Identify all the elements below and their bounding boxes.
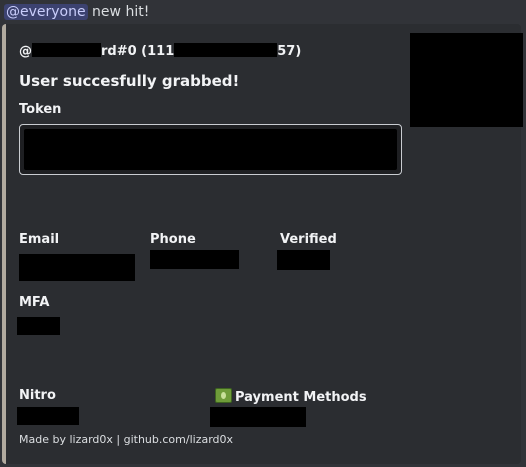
redacted-username bbox=[32, 43, 101, 57]
redacted-phone bbox=[150, 250, 239, 269]
token-label: Token bbox=[19, 102, 62, 117]
verified-label: Verified bbox=[280, 232, 337, 247]
redacted-token bbox=[24, 129, 397, 170]
redacted-thumbnail bbox=[410, 33, 523, 127]
redacted-email bbox=[19, 254, 135, 281]
embed-title: User succesfully grabbed! bbox=[19, 72, 240, 90]
embed-author: @ rd#0 (111 57) bbox=[19, 43, 301, 60]
embed-footer: Made by lizard0x | github.com/lizard0x bbox=[19, 433, 234, 446]
money-icon bbox=[215, 388, 232, 403]
redacted-mfa bbox=[17, 317, 60, 335]
token-codeblock bbox=[19, 124, 402, 175]
payment-methods-label: Payment Methods bbox=[215, 388, 367, 405]
nitro-label: Nitro bbox=[19, 388, 56, 403]
author-mid: rd#0 (111 bbox=[101, 44, 175, 59]
redacted-user-id bbox=[174, 43, 278, 57]
everyone-mention[interactable]: @everyone bbox=[4, 4, 88, 20]
author-suffix: 57) bbox=[277, 44, 302, 59]
message-text: new hit! bbox=[87, 4, 150, 20]
embed-card: @ rd#0 (111 57) User succesfully grabbed! … bbox=[2, 24, 523, 464]
phone-label: Phone bbox=[150, 232, 196, 247]
message-line: @everyone new hit! bbox=[4, 2, 149, 22]
payment-methods-text: Payment Methods bbox=[235, 390, 367, 405]
mfa-label: MFA bbox=[19, 295, 50, 310]
email-label: Email bbox=[19, 232, 60, 247]
author-prefix: @ bbox=[19, 44, 32, 59]
redacted-verified bbox=[277, 250, 330, 270]
redacted-payment-methods bbox=[210, 407, 306, 427]
redacted-nitro bbox=[17, 407, 79, 425]
